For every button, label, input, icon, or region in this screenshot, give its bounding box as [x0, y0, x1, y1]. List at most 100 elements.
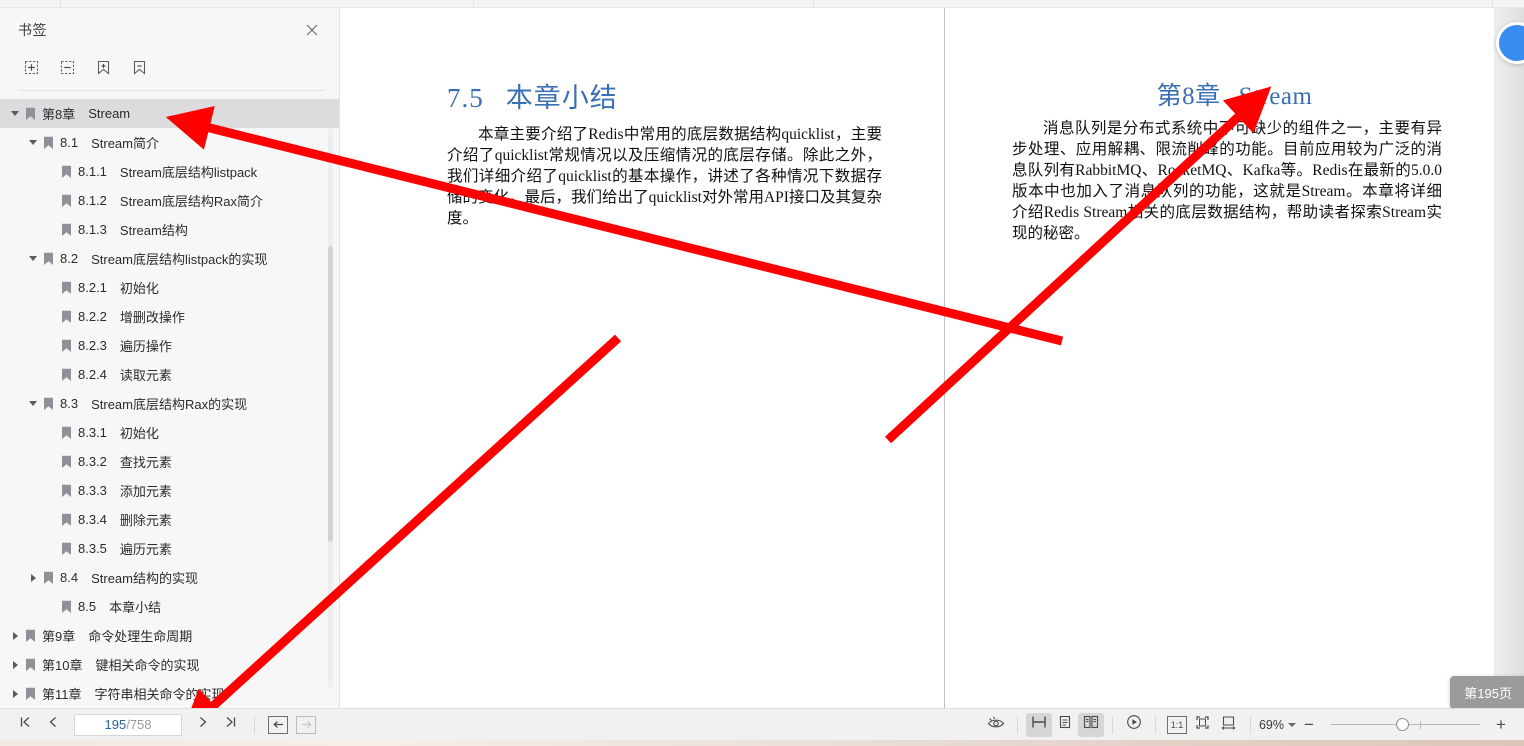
bookmark-icon [40, 252, 56, 266]
chevron-down-icon[interactable] [26, 389, 40, 418]
chevron-down-icon[interactable] [8, 99, 22, 128]
bookmark-tree: 第8章 Stream 8.1 Stream简介 8.1.1 Stream底层结构listp… [0, 97, 339, 701]
bookmark-item-label: 键相关命令的实现 [95, 658, 200, 673]
bookmark-tree-item[interactable]: 8.1.3 Stream结构 [0, 215, 339, 244]
eye-protection-button[interactable] [983, 713, 1009, 737]
bookmark-tree-item[interactable]: 8.2.3 遍历操作 [0, 331, 339, 360]
actual-size-button[interactable]: 1:1 [1164, 713, 1190, 737]
expand-all-button[interactable] [18, 58, 44, 82]
bookmark-item-label: Stream底层结构listpack [119, 165, 258, 180]
single-page-button[interactable] [1052, 713, 1078, 737]
desktop-sliver [0, 740, 1524, 746]
bookmark-tree-item[interactable]: 8.3.1 初始化 [0, 418, 339, 447]
left-heading-text: 本章小结 [505, 83, 618, 113]
chevron-right-icon[interactable] [8, 621, 22, 650]
zoom-out-button[interactable]: − [1300, 715, 1318, 735]
bookmark-tree-item[interactable]: 8.2 Stream底层结构listpack的实现 [0, 244, 339, 273]
bookmark-tree-item[interactable]: 8.3 Stream底层结构Rax的实现 [0, 389, 339, 418]
bookmark-tree-item[interactable]: 第9章 命令处理生命周期 [0, 621, 339, 650]
twisty-spacer [44, 186, 58, 215]
chevron-right-icon[interactable] [26, 563, 40, 592]
single-page-icon [1057, 714, 1073, 735]
bookmark-item-number: 8.3.5 [78, 541, 107, 556]
bookmarks-panel: 书签 第8章 Stream 8.1 Stream简介 8.1.1 Stream底… [0, 8, 340, 708]
document-page-right: 第8章 Stream 消息队列是分布式系统中不可缺少的组件之一，主要有异步处理、应… [945, 8, 1524, 708]
page-number-input[interactable]: 195 / 758 [74, 713, 182, 736]
sidebar-scrollbar-thumb[interactable] [328, 246, 333, 542]
bookmark-item-number: 第9章 [42, 629, 76, 644]
bookmark-item-label: Stream简介 [91, 136, 159, 151]
bookmark-tree-item[interactable]: 第11章 字符串相关命令的实现 [0, 679, 339, 701]
bookmark-tree-item[interactable]: 第10章 键相关命令的实现 [0, 650, 339, 679]
bookmark-tree-item[interactable]: 8.3.2 查找元素 [0, 447, 339, 476]
bookmark-tree-item[interactable]: 8.2.2 增删改操作 [0, 302, 339, 331]
bookmark-tree-item[interactable]: 8.3.5 遍历元素 [0, 534, 339, 563]
collapse-all-button[interactable] [54, 58, 80, 82]
bookmark-tree-item[interactable]: 8.2.4 读取元素 [0, 360, 339, 389]
expand-all-icon [23, 59, 40, 81]
bookmark-item-number: 8.2.4 [78, 367, 107, 382]
bookmark-item-label: Stream [88, 106, 131, 121]
total-pages-value: 758 [129, 717, 152, 732]
bookmark-icon [22, 107, 38, 121]
fit-width-button[interactable] [1216, 713, 1242, 737]
bookmark-item-number: 8.3.4 [78, 512, 107, 527]
bookmark-item-number: 8.1.2 [78, 193, 107, 208]
bookmark-item-number: 8.1.3 [78, 222, 107, 237]
bookmark-icon [58, 310, 74, 324]
chevron-down-icon[interactable] [26, 244, 40, 273]
zoom-level-dropdown[interactable]: 69% [1259, 718, 1296, 732]
bookmark-icon [40, 571, 56, 585]
next-page-icon [195, 714, 211, 735]
bookmark-tree-item[interactable]: 8.5 本章小结 [0, 592, 339, 621]
fit-page-button[interactable] [1190, 713, 1216, 737]
first-page-icon [17, 714, 33, 735]
bookmark-item-label: 命令处理生命周期 [88, 629, 193, 644]
last-page-button[interactable] [218, 713, 244, 737]
double-page-button[interactable] [1077, 712, 1104, 737]
bookmark-icon [58, 455, 74, 469]
chevron-down-icon [1288, 722, 1296, 727]
bookmark-tree-item[interactable]: 8.4 Stream结构的实现 [0, 563, 339, 592]
zoom-slider-knob[interactable] [1396, 718, 1409, 731]
bookmark-item-label: 初始化 [119, 281, 159, 296]
document-page-left: 7.5 本章小结 本章主要介绍了Redis中常用的底层数据结构quicklist，… [341, 8, 944, 708]
bookmark-tree-item[interactable]: 8.1 Stream简介 [0, 128, 339, 157]
collapse-all-icon [59, 59, 76, 81]
bookmark-item-number: 第10章 [42, 658, 83, 673]
remove-bookmark-button[interactable] [126, 58, 152, 82]
bookmark-icon [58, 600, 74, 614]
chevron-down-icon[interactable] [26, 128, 40, 157]
presentation-button[interactable] [1121, 713, 1147, 737]
bookmark-tree-item[interactable]: 8.1.1 Stream底层结构listpack [0, 157, 339, 186]
bookmark-tree-item[interactable]: 8.3.4 删除元素 [0, 505, 339, 534]
bookmark-icon [58, 223, 74, 237]
zoom-in-button[interactable]: + [1492, 715, 1510, 735]
twisty-spacer [44, 418, 58, 447]
add-bookmark-button[interactable] [90, 58, 116, 82]
bookmark-tree-item[interactable]: 8.1.2 Stream底层结构Rax简介 [0, 186, 339, 215]
bookmark-tree-item[interactable]: 8.3.3 添加元素 [0, 476, 339, 505]
first-page-button[interactable] [12, 713, 38, 737]
twisty-spacer [44, 215, 58, 244]
bookmarks-toolbar [0, 52, 339, 88]
zoom-slider[interactable] [1330, 716, 1480, 734]
prev-page-button[interactable] [40, 713, 66, 737]
document-viewer[interactable]: 7.5 本章小结 本章主要介绍了Redis中常用的底层数据结构quicklist，… [341, 8, 1524, 708]
bookmark-icon [58, 165, 74, 179]
bookmark-tree-item[interactable]: 第8章 Stream [0, 99, 339, 128]
next-page-button[interactable] [190, 713, 216, 737]
bookmark-icon [40, 136, 56, 150]
bookmark-icon [58, 426, 74, 440]
fit-width-icon [1220, 714, 1237, 736]
chevron-right-icon[interactable] [8, 679, 22, 701]
close-icon[interactable] [303, 21, 321, 39]
continuous-scroll-button[interactable] [1025, 712, 1052, 737]
chevron-right-icon[interactable] [8, 650, 22, 679]
bookmark-item-number: 8.3.1 [78, 425, 107, 440]
floating-page-indicator: 第195页 [1450, 676, 1524, 708]
bookmark-item-number: 8.3.3 [78, 483, 107, 498]
nav-back-button[interactable] [265, 713, 291, 737]
nav-forward-button[interactable] [293, 713, 319, 737]
bookmark-tree-item[interactable]: 8.2.1 初始化 [0, 273, 339, 302]
